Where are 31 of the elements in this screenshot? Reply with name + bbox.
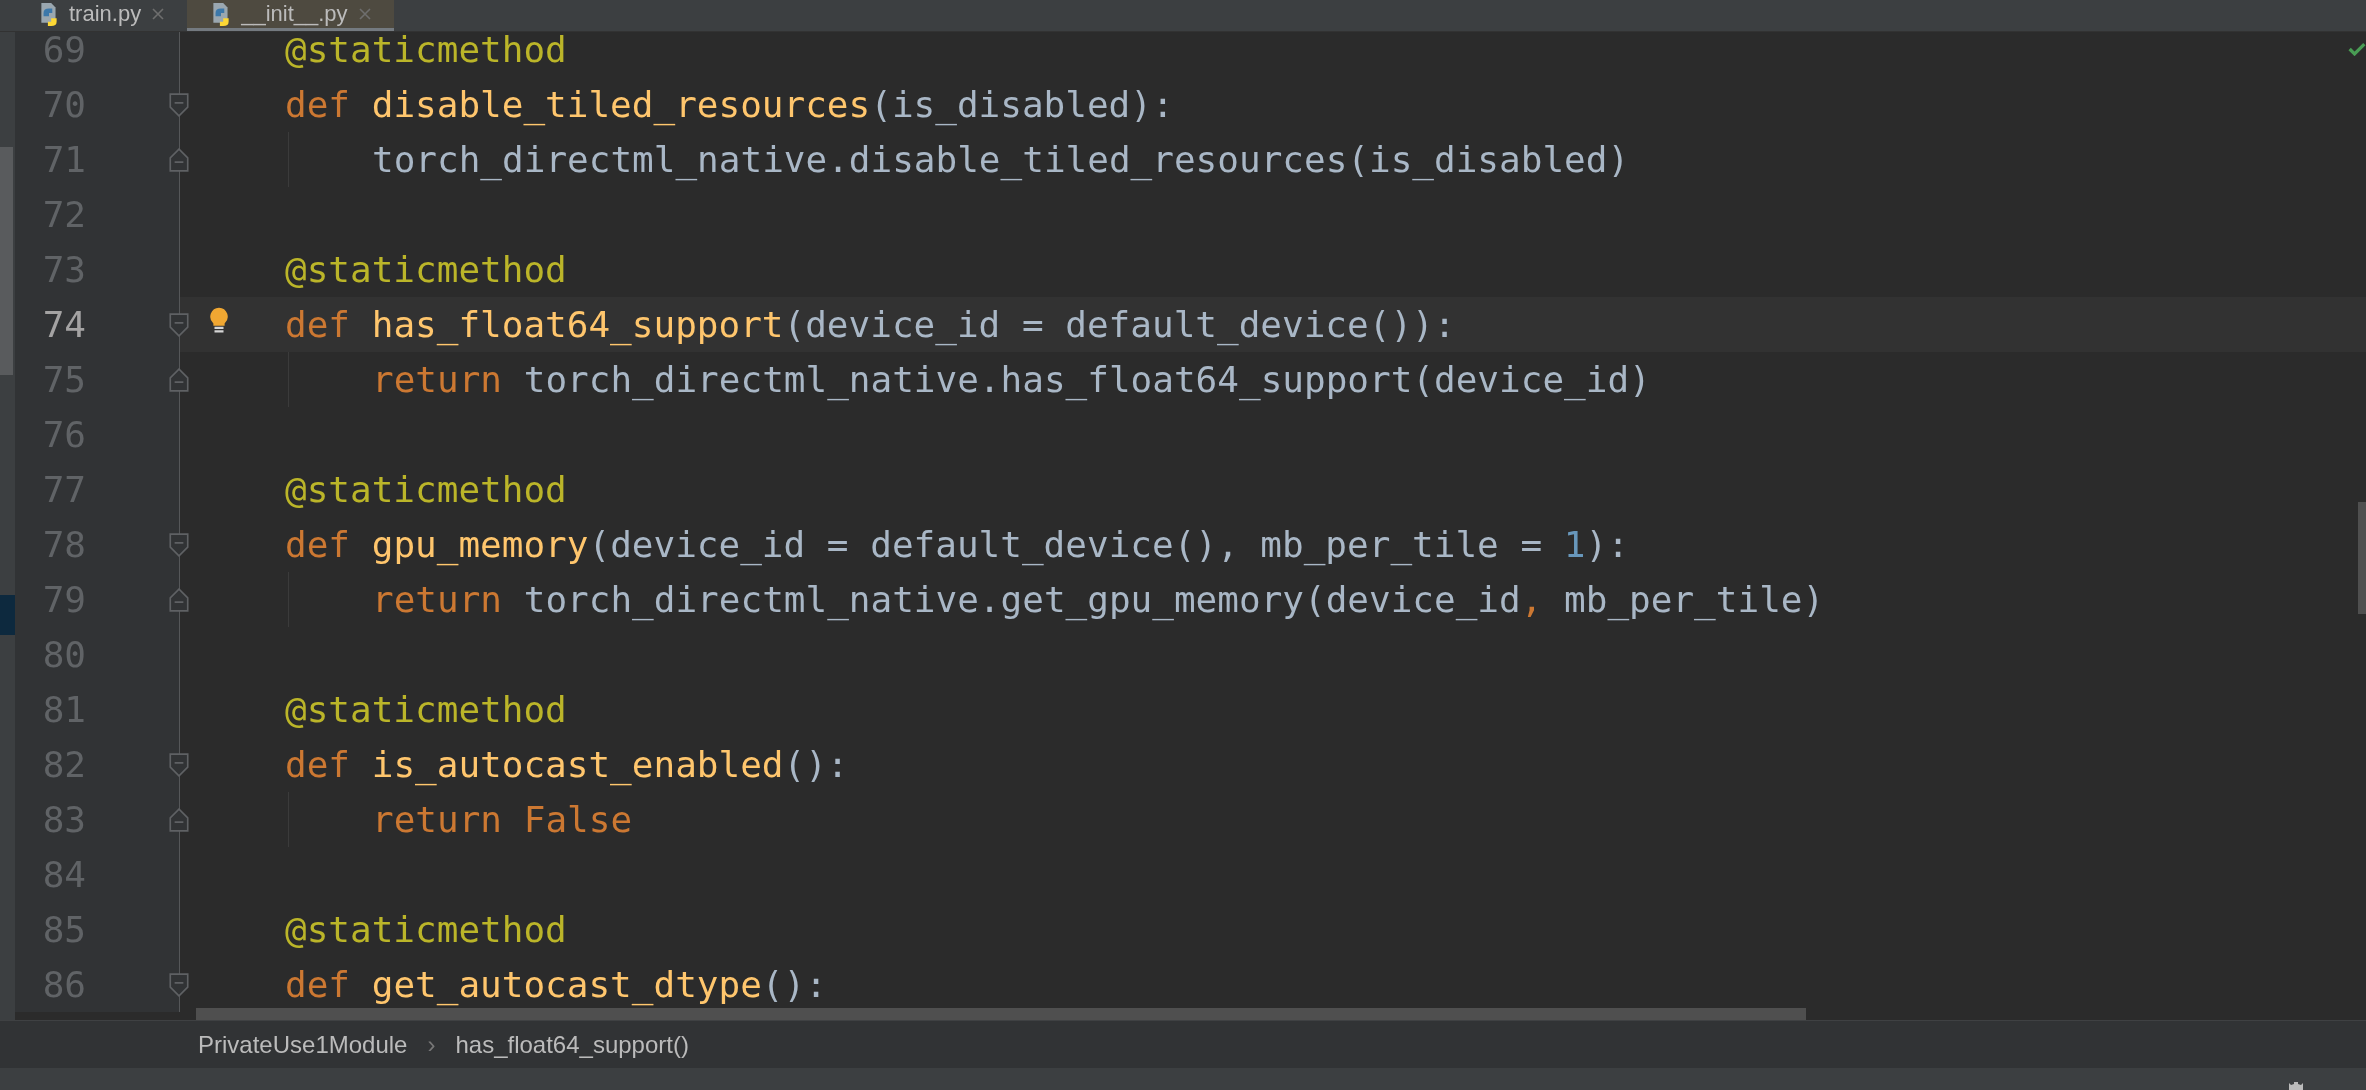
code-line: def disable_tiled_resources(is_disabled): [285,83,1174,128]
tab-label: __init__.py [241,1,348,27]
code-line: return False [371,798,633,842]
breadcrumb-item[interactable]: PrivateUse1Module [198,1030,408,1059]
code-line: @staticmethod [285,32,567,72]
close-icon[interactable] [357,7,372,21]
code-line: @staticmethod [285,688,567,732]
close-icon[interactable] [151,7,166,21]
code-line: return torch_directml_native.get_gpu_memory(device_id, mb_per_tile) [371,578,1825,623]
scrollbar-thumb[interactable] [0,147,13,375]
file-tab[interactable]: __init__.py [187,0,394,31]
code-line: @staticmethod [285,908,567,952]
code-line: def is_autocast_enabled(): [285,743,849,788]
breadcrumb-separator: › [427,1030,436,1059]
vertical-scrollbar-thumb[interactable] [2358,502,2366,614]
file-tab[interactable]: train.py [15,0,188,31]
tab-label: train.py [69,1,142,27]
horizontal-scrollbar-thumb[interactable] [196,1008,1806,1020]
selection-marker [0,595,15,635]
line-number: 74 [41,304,86,345]
code-line: @staticmethod [285,248,567,292]
code-line: def has_float64_support(device_id = default_device()): [285,303,1456,348]
breadcrumb-item[interactable]: has_float64_support() [455,1030,689,1059]
check-icon[interactable] [2348,42,2366,56]
code-line: torch_directml_native.disable_tiled_resources(is_disabled) [371,138,1630,183]
code-line: def get_autocast_dtype(): [285,963,827,1008]
code-line: return torch_directml_native.has_float64_support(device_id) [371,358,1651,403]
python-file-icon [39,2,59,26]
python-file-icon [211,2,232,26]
code-line: def gpu_memory(device_id = default_device(), mb_per_tile = 1): [285,523,1629,568]
code-line: @staticmethod [285,468,567,512]
